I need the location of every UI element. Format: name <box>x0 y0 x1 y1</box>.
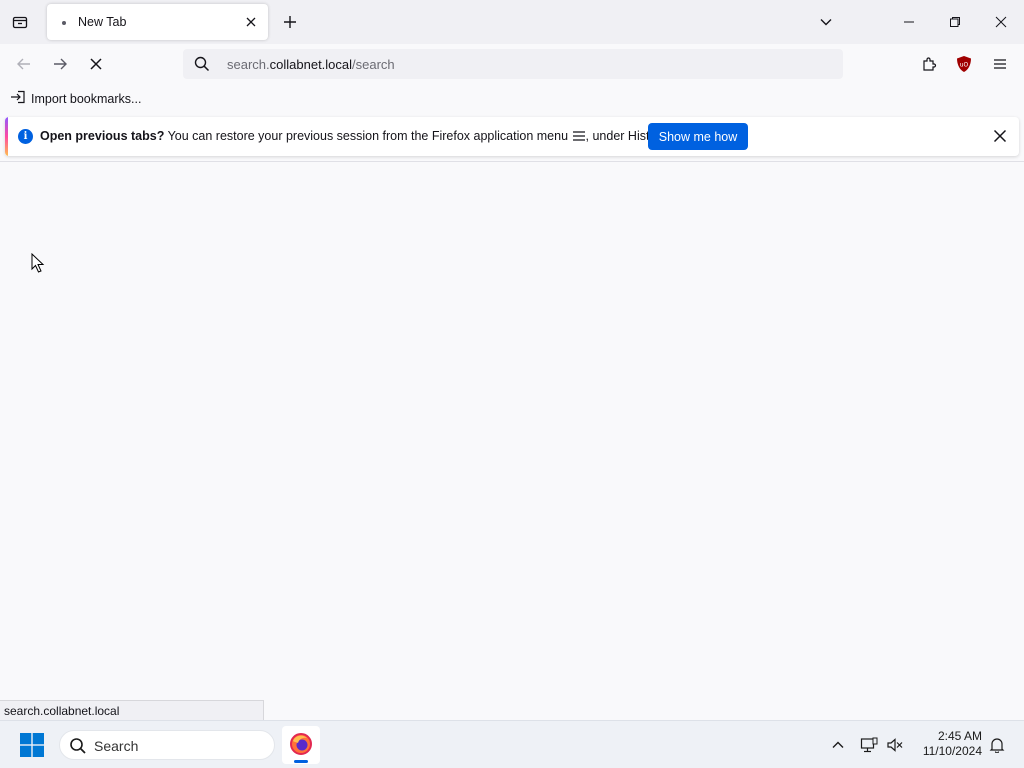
close-icon[interactable] <box>991 127 1009 145</box>
ublock-icon[interactable]: uO <box>952 52 976 76</box>
list-all-tabs-icon[interactable] <box>8 10 32 34</box>
taskbar-clock[interactable]: 2:45 AM 11/10/2024 <box>912 729 982 759</box>
import-icon <box>10 90 26 107</box>
firefox-icon <box>289 732 313 759</box>
notification-text: You can restore your previous session fr… <box>167 129 569 143</box>
tab-strip: New Tab <box>0 0 1024 44</box>
active-app-indicator <box>294 760 308 763</box>
clock-date: 11/10/2024 <box>922 744 982 758</box>
volume-muted-icon[interactable] <box>883 733 907 757</box>
forward-icon[interactable] <box>48 52 72 76</box>
url-path: /search <box>352 57 395 72</box>
menu-glyph-icon <box>572 129 586 143</box>
taskbar-search-box[interactable]: Search <box>59 730 275 760</box>
tab-new-tab[interactable]: New Tab <box>47 4 268 40</box>
tab-favicon <box>62 21 66 25</box>
search-icon <box>69 737 87 758</box>
url-text[interactable]: search.collabnet.local/search <box>227 57 395 72</box>
show-me-how-button[interactable]: Show me how <box>648 123 748 150</box>
taskbar-search-placeholder: Search <box>94 738 139 754</box>
hamburger-menu-icon[interactable] <box>988 52 1012 76</box>
notification-accent-stripe <box>5 117 8 156</box>
stop-icon[interactable] <box>84 52 108 76</box>
extensions-icon[interactable] <box>917 52 941 76</box>
windows-start-icon[interactable] <box>20 733 44 757</box>
tab-title: New Tab <box>78 15 127 29</box>
notification-bell-icon[interactable] <box>985 733 1009 757</box>
firefox-taskbar-button[interactable] <box>282 726 320 764</box>
search-icon <box>194 56 210 75</box>
svg-text:uO: uO <box>960 62 969 69</box>
url-host: collabnet.local <box>269 57 353 72</box>
close-window-icon[interactable] <box>978 0 1024 44</box>
navigation-toolbar: search.collabnet.local/search uO <box>0 44 1024 84</box>
page-content[interactable] <box>0 162 1024 719</box>
status-panel: search.collabnet.local <box>0 700 264 720</box>
network-icon[interactable] <box>857 733 881 757</box>
url-prefix: search. <box>227 57 270 72</box>
info-icon: i <box>18 129 33 144</box>
close-icon[interactable] <box>242 13 260 31</box>
taskbar: Search 2:45 AM 11/10/2024 <box>0 720 1024 768</box>
clock-time: 2:45 AM <box>937 729 982 743</box>
notification-message: Open previous tabs? You can restore your… <box>40 129 669 143</box>
import-bookmarks-button[interactable]: Import bookmarks... <box>10 90 141 107</box>
back-icon[interactable] <box>12 52 36 76</box>
chevron-down-icon[interactable] <box>815 11 837 33</box>
url-bar[interactable]: search.collabnet.local/search <box>183 49 843 79</box>
chevron-up-icon[interactable] <box>826 733 850 757</box>
plus-icon[interactable] <box>279 11 301 33</box>
mouse-cursor-icon <box>31 252 45 276</box>
notification-title: Open previous tabs? <box>40 129 165 143</box>
restore-icon[interactable] <box>932 0 978 44</box>
import-bookmarks-label: Import bookmarks... <box>31 91 142 106</box>
minimize-icon[interactable] <box>886 0 932 44</box>
bookmarks-toolbar: Import bookmarks... <box>0 84 1024 112</box>
session-restore-notification: i Open previous tabs? You can restore yo… <box>5 117 1019 156</box>
